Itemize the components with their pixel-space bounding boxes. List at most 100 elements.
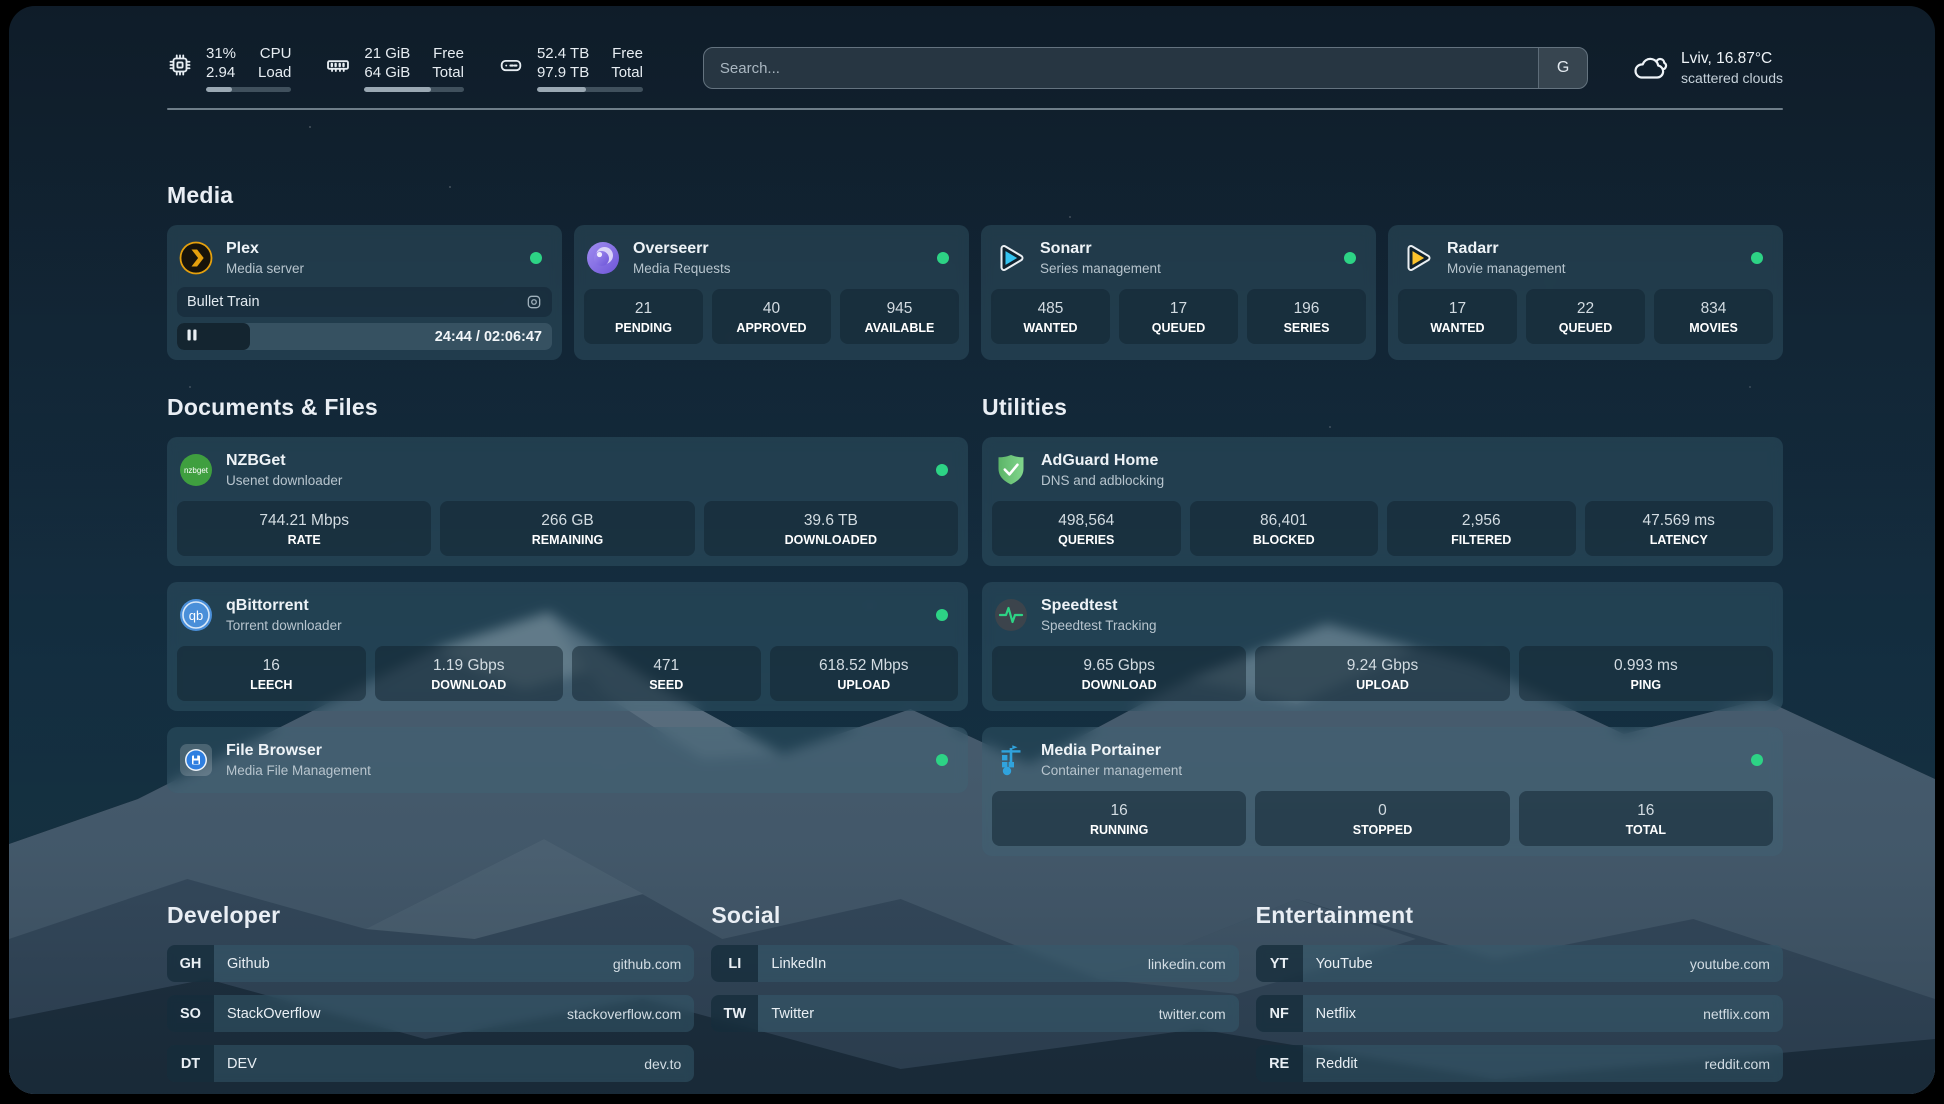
service-card-adguard[interactable]: AdGuard Home DNS and adblocking 498,564 … — [982, 437, 1783, 566]
bookmark-group-developer: Developer GH Github github.com SO StackO… — [167, 902, 694, 1094]
search-input[interactable] — [704, 48, 1538, 88]
filebrowser-icon — [179, 743, 213, 777]
service-name: Media Portainer — [1041, 741, 1182, 761]
status-online-dot — [936, 754, 948, 766]
documents-column: Documents & Files nzbget NZBGet Usenet d… — [167, 394, 968, 856]
weather-location-temp: Lviv, 16.87°C — [1681, 50, 1783, 68]
stat-label: LATENCY — [1589, 533, 1770, 547]
stat-value: 16 — [996, 801, 1242, 820]
bookmark-stackoverflow[interactable]: SO StackOverflow stackoverflow.com — [167, 995, 694, 1032]
bookmark-name: YouTube — [1303, 956, 1373, 972]
bookmark-linkedin[interactable]: LI LinkedIn linkedin.com — [711, 945, 1238, 982]
service-card-speedtest[interactable]: Speedtest Speedtest Tracking 9.65 Gbps D… — [982, 582, 1783, 711]
memory-progress-fill — [364, 87, 431, 92]
bookmark-name: Netflix — [1303, 1006, 1356, 1022]
service-card-radarr[interactable]: Radarr Movie management 17 WANTED 22 QUE… — [1388, 225, 1783, 360]
service-card-nzbget[interactable]: nzbget NZBGet Usenet downloader 744.21 M… — [167, 437, 968, 566]
stat-value: 744.21 Mbps — [181, 511, 427, 530]
disk-progress-track — [537, 87, 643, 92]
bookmark-url: stackoverflow.com — [567, 1006, 694, 1022]
cloud-icon — [1632, 53, 1668, 83]
bookmark-url: netflix.com — [1703, 1006, 1783, 1022]
stat-label: DOWNLOAD — [996, 678, 1242, 692]
service-description: Speedtest Tracking — [1041, 617, 1157, 634]
memory-free: 21 GiB — [364, 44, 410, 63]
bookmark-abbr: GH — [167, 945, 214, 982]
bookmark-url: reddit.com — [1705, 1056, 1783, 1072]
service-name: AdGuard Home — [1041, 451, 1164, 471]
cpu-load: 2.94 — [206, 63, 236, 82]
disk-total: 97.9 TB — [537, 63, 589, 82]
bookmark-url: github.com — [613, 956, 694, 972]
service-card-plex[interactable]: Plex Media server Bullet Train — [167, 225, 562, 360]
bookmark-github[interactable]: GH Github github.com — [167, 945, 694, 982]
stat-label: BLOCKED — [1194, 533, 1375, 547]
stat-movies: 834 MOVIES — [1654, 289, 1773, 344]
stat-running: 16 RUNNING — [992, 791, 1246, 846]
status-online-dot — [1344, 252, 1356, 264]
bookmark-reddit[interactable]: RE Reddit reddit.com — [1256, 1045, 1783, 1082]
bookmark-name: LinkedIn — [758, 956, 826, 972]
bookmark-netflix[interactable]: NF Netflix netflix.com — [1256, 995, 1783, 1032]
stat-value: 9.65 Gbps — [996, 656, 1242, 675]
stat-value: 196 — [1251, 299, 1362, 318]
svg-text:nzbget: nzbget — [184, 466, 209, 475]
bookmark-name: DEV — [214, 1056, 257, 1072]
stat-upload: 618.52 Mbps UPLOAD — [770, 646, 959, 701]
stat-label: AVAILABLE — [844, 321, 955, 335]
search-provider-button[interactable]: G — [1538, 48, 1587, 88]
memory-widget: 21 GiB Free 64 GiB Total — [325, 44, 464, 92]
stat-value: 16 — [181, 656, 362, 675]
service-card-portainer[interactable]: Media Portainer Container management 16 … — [982, 727, 1783, 856]
stat-queued: 22 QUEUED — [1526, 289, 1645, 344]
stat-approved: 40 APPROVED — [712, 289, 831, 344]
stat-download: 9.65 Gbps DOWNLOAD — [992, 646, 1246, 701]
stat-label: QUEUED — [1123, 321, 1234, 335]
bookmark-group-entertainment: Entertainment YT YouTube youtube.com NF … — [1256, 902, 1783, 1094]
speedtest-icon — [994, 598, 1028, 632]
bookmark-twitter[interactable]: TW Twitter twitter.com — [711, 995, 1238, 1032]
stat-leech: 16 LEECH — [177, 646, 366, 701]
bookmark-name: StackOverflow — [214, 1006, 320, 1022]
svg-text:qb: qb — [189, 608, 203, 623]
stat-remaining: 266 GB REMAINING — [440, 501, 694, 556]
cpu-progress-fill — [206, 87, 232, 92]
stat-label: FILTERED — [1391, 533, 1572, 547]
topbar-divider — [167, 108, 1783, 110]
playback-progress — [177, 323, 250, 350]
stat-value: 40 — [716, 299, 827, 318]
service-name: qBittorrent — [226, 596, 342, 616]
memory-label-top: Free — [432, 44, 464, 63]
stat-upload: 9.24 Gbps UPLOAD — [1255, 646, 1509, 701]
top-bar: 31% CPU 2.94 Load — [167, 44, 1783, 92]
status-online-dot — [936, 464, 948, 476]
bookmark-url: linkedin.com — [1148, 956, 1239, 972]
bookmark-abbr: TW — [711, 995, 758, 1032]
dashboard-screen: 31% CPU 2.94 Load — [9, 6, 1935, 1094]
stat-rate: 744.21 Mbps RATE — [177, 501, 431, 556]
service-card-qbittorrent[interactable]: qb qBittorrent Torrent downloader 16 — [167, 582, 968, 711]
bookmark-youtube[interactable]: YT YouTube youtube.com — [1256, 945, 1783, 982]
stat-value: 498,564 — [996, 511, 1177, 530]
weather-widget: Lviv, 16.87°C scattered clouds — [1632, 50, 1783, 86]
disk-icon — [498, 52, 524, 78]
cast-icon[interactable] — [526, 294, 542, 310]
disk-label-top: Free — [611, 44, 643, 63]
bookmark-name: Github — [214, 956, 270, 972]
pause-icon[interactable] — [187, 328, 197, 346]
stat-label: DOWNLOAD — [379, 678, 560, 692]
stat-latency: 47.569 ms LATENCY — [1585, 501, 1774, 556]
stat-value: 17 — [1402, 299, 1513, 318]
service-description: Movie management — [1447, 260, 1566, 277]
bookmark-url: twitter.com — [1159, 1006, 1239, 1022]
status-online-dot — [530, 252, 542, 264]
bookmark-dev[interactable]: DT DEV dev.to — [167, 1045, 694, 1082]
service-card-sonarr[interactable]: Sonarr Series management 485 WANTED 17 Q… — [981, 225, 1376, 360]
status-online-dot — [1751, 252, 1763, 264]
stat-label: RATE — [181, 533, 427, 547]
memory-icon — [325, 52, 351, 78]
section-title-developer: Developer — [167, 902, 694, 929]
service-name: Overseerr — [633, 239, 731, 259]
service-card-filebrowser[interactable]: File Browser Media File Management — [167, 727, 968, 793]
service-card-overseerr[interactable]: Overseerr Media Requests 21 PENDING 40 A… — [574, 225, 969, 360]
